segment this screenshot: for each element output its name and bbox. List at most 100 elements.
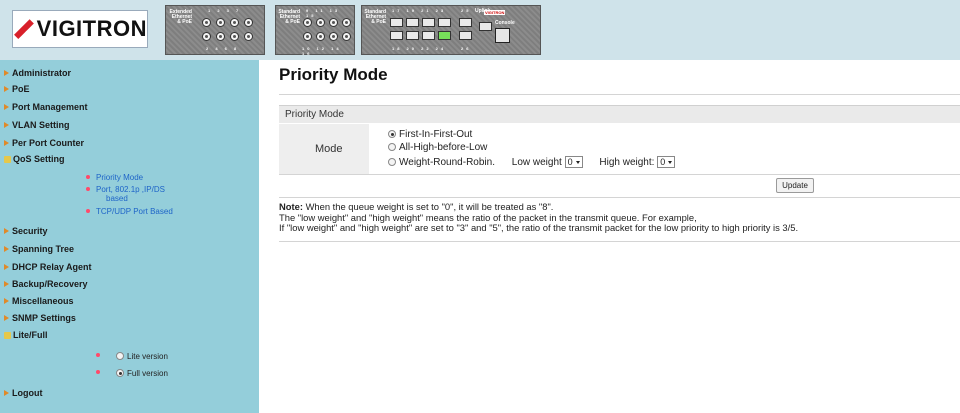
note-prefix: Note:	[279, 201, 303, 212]
panel-label: Standard Ethernet & PoE	[278, 9, 300, 25]
port-23	[438, 18, 451, 27]
sidebar-item-label: Lite/Full	[13, 330, 48, 340]
vigitron-diamond-icon	[14, 19, 34, 39]
bullet-icon	[86, 187, 90, 191]
option-label: Weight-Round-Robin.	[399, 157, 495, 168]
radio-unchecked-icon[interactable]	[388, 158, 396, 166]
radio-label: Full version	[127, 369, 168, 378]
device-panel-group-1: Extended Ethernet & PoE 1 2 3 7 2 4 6 8	[165, 5, 265, 55]
arrow-right-icon	[4, 246, 9, 252]
chevron-down-icon	[575, 161, 580, 164]
arrow-right-icon	[4, 140, 9, 146]
option-weight-round-robin[interactable]: Weight-Round-Robin. Low weight 0 High we…	[388, 156, 676, 168]
chevron-down-icon	[668, 161, 673, 164]
console-port	[495, 28, 510, 43]
low-weight-value: 0	[567, 157, 573, 167]
bullet-icon	[96, 370, 100, 374]
sidebar-subitem-label: Port, 802.1p ,IP/DS	[96, 185, 165, 194]
panel-label: Extended Ethernet & PoE	[169, 9, 192, 25]
radio-checked-icon[interactable]	[116, 369, 124, 377]
option-label: First-In-First-Out	[399, 129, 473, 140]
radio-label: Lite version	[127, 352, 168, 361]
port-26	[459, 31, 472, 40]
port-13	[329, 18, 338, 27]
sidebar-item-label: PoE	[12, 84, 30, 94]
sidebar-subitem-label: based	[106, 194, 128, 203]
port-4	[216, 32, 225, 41]
low-weight-select[interactable]: 0	[564, 156, 583, 168]
sidebar-item-administrator[interactable]: Administrator	[4, 68, 71, 78]
sidebar-item-security[interactable]: Security	[4, 226, 48, 236]
sidebar-item-backup-recovery[interactable]: Backup/Recovery	[4, 279, 88, 289]
uplink-bottom-number: 26	[461, 46, 472, 51]
arrow-right-icon	[4, 70, 9, 76]
divider	[279, 197, 960, 198]
sidebar-item-poe[interactable]: PoE	[4, 84, 30, 94]
sidebar-item-miscellaneous[interactable]: Miscellaneous	[4, 296, 74, 306]
update-button[interactable]: Update	[776, 178, 814, 193]
port-9	[303, 18, 312, 27]
arrow-right-icon	[4, 264, 9, 270]
low-weight-label: Low weight	[511, 157, 562, 168]
sidebar-subitem-port-8021p-cont[interactable]: based	[106, 194, 128, 203]
port-10	[303, 32, 312, 41]
option-fifo[interactable]: First-In-First-Out	[388, 129, 472, 140]
panel-top-numbers: 9 11 13 15	[306, 8, 341, 18]
port-18	[390, 31, 403, 40]
page-title: Priority Mode	[279, 65, 388, 84]
mode-label: Mode	[315, 143, 343, 155]
sidebar-item-lite-full[interactable]: Lite/Full	[4, 330, 48, 340]
sidebar-subitem-priority-mode[interactable]: Priority Mode	[86, 173, 144, 182]
panel-bottom-numbers: 2 4 6 8	[206, 46, 240, 51]
port-7	[244, 18, 253, 27]
header-banner: VIGITRON Extended Ethernet & PoE 1 2 3 7…	[0, 0, 960, 60]
high-weight-label: High weight:	[599, 157, 655, 168]
sidebar-subitem-label: Priority Mode	[96, 173, 144, 182]
port-15	[342, 18, 351, 27]
port-22	[422, 31, 435, 40]
vigitron-logo: VIGITRON	[12, 10, 148, 48]
sidebar-item-label: DHCP Relay Agent	[12, 262, 92, 272]
high-weight-value: 0	[660, 157, 666, 167]
sidebar-item-spanning-tree[interactable]: Spanning Tree	[4, 244, 74, 254]
port-1	[202, 18, 211, 27]
port-24-active	[438, 31, 451, 40]
radio-checked-icon[interactable]	[388, 130, 396, 138]
port-14	[329, 32, 338, 41]
sidebar-item-logout[interactable]: Logout	[4, 388, 43, 398]
port-12	[316, 32, 325, 41]
logo-text: VIGITRON	[36, 16, 147, 41]
console-label: Console	[495, 20, 515, 26]
port-11	[316, 18, 325, 27]
sidebar-item-dhcp-relay[interactable]: DHCP Relay Agent	[4, 262, 92, 272]
radio-unchecked-icon[interactable]	[388, 143, 396, 151]
arrow-right-icon	[4, 122, 9, 128]
panel-label: Standard Ethernet & PoE	[364, 9, 386, 25]
sidebar-nav: Administrator PoE Port Management VLAN S…	[0, 60, 259, 413]
uplink-top-number: 25	[461, 8, 472, 13]
sidebar-item-label: Backup/Recovery	[12, 279, 88, 289]
arrow-right-icon	[4, 390, 9, 396]
sidebar-subitem-tcp-udp[interactable]: TCP/UDP Port Based	[86, 207, 173, 216]
sidebar-item-port-management[interactable]: Port Management	[4, 102, 88, 112]
sidebar-item-label: Miscellaneous	[12, 296, 74, 306]
option-all-high-before-low[interactable]: All-High-before-Low	[388, 142, 487, 153]
sidebar-item-snmp-settings[interactable]: SNMP Settings	[4, 313, 76, 323]
lite-version-radio[interactable]: Lite version	[96, 352, 168, 361]
sidebar-item-qos-setting[interactable]: QoS Setting	[4, 154, 65, 164]
sidebar-item-vlan-setting[interactable]: VLAN Setting	[4, 120, 70, 130]
radio-unchecked-icon[interactable]	[116, 352, 124, 360]
full-version-radio[interactable]: Full version	[96, 369, 168, 378]
sidebar-subitem-port-8021p[interactable]: Port, 802.1p ,IP/DS	[86, 185, 165, 194]
arrow-right-icon	[4, 86, 9, 92]
sidebar-item-label: Spanning Tree	[12, 244, 75, 254]
arrow-right-icon	[4, 298, 9, 304]
panel-top-numbers: 1 2 3 7	[208, 8, 242, 13]
main-content: Priority Mode Priority Mode Mode First-I…	[259, 60, 960, 413]
sidebar-item-label: QoS Setting	[13, 154, 65, 164]
sidebar-item-per-port-counter[interactable]: Per Port Counter	[4, 138, 84, 148]
port-21	[422, 18, 435, 27]
sidebar-item-label: SNMP Settings	[12, 313, 76, 323]
high-weight-select[interactable]: 0	[657, 156, 676, 168]
sidebar-item-label: Per Port Counter	[12, 138, 85, 148]
